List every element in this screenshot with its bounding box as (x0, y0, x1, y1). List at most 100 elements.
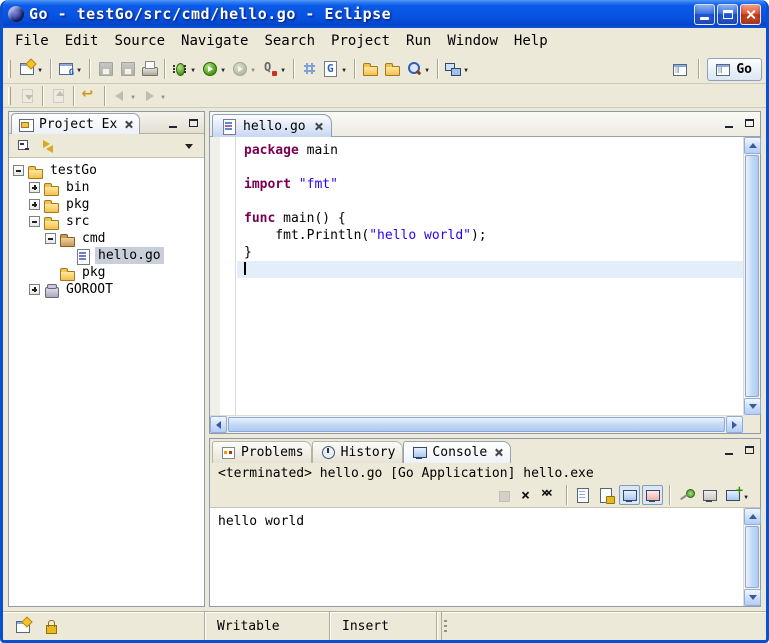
open-type-button[interactable] (359, 57, 381, 81)
menu-search[interactable]: Search (256, 31, 323, 51)
dropdown-arrow-icon[interactable] (742, 488, 750, 503)
save-button[interactable] (94, 57, 116, 81)
print-button[interactable] (138, 57, 160, 81)
code-line-5[interactable]: func main() { (237, 210, 743, 227)
collapse-all-button[interactable] (13, 135, 35, 155)
dropdown-arrow-icon[interactable] (219, 61, 227, 76)
explorer-tab[interactable]: Project Ex (11, 113, 140, 134)
code-line-6[interactable]: fmt.Println("hello world"); (237, 227, 743, 244)
last-edit-button[interactable] (78, 86, 100, 106)
open-resource-button[interactable] (381, 57, 403, 81)
new-package-button[interactable] (298, 57, 320, 81)
menu-source[interactable]: Source (106, 31, 173, 51)
display-console-button[interactable] (699, 485, 720, 505)
view-menu-button[interactable] (178, 135, 200, 155)
scroll-down-icon[interactable] (744, 398, 761, 415)
forward-button[interactable] (139, 86, 169, 106)
dropdown-arrow-icon[interactable] (279, 61, 287, 76)
previous-annotation-button[interactable] (47, 86, 69, 106)
menu-navigate[interactable]: Navigate (173, 31, 256, 51)
scroll-up-icon[interactable] (744, 508, 761, 525)
console-minimize-button[interactable] (721, 443, 737, 457)
debug-button[interactable] (169, 57, 199, 81)
tree-item-testgo[interactable]: testGo (9, 162, 204, 179)
tree-item-hello-go[interactable]: hello.go (9, 247, 204, 264)
new-go-project-button[interactable] (55, 57, 85, 81)
open-console-button[interactable] (722, 485, 752, 505)
console-vertical-scrollbar[interactable] (743, 508, 760, 606)
terminate-button[interactable] (493, 485, 514, 505)
code-line-7[interactable]: } (237, 244, 743, 261)
explorer-minimize-button[interactable] (165, 116, 181, 130)
dropdown-arrow-icon[interactable] (189, 61, 197, 76)
code-editor[interactable]: package main import "fmt" func main() { fm… (237, 137, 743, 415)
scroll-left-icon[interactable] (210, 416, 227, 433)
dropdown-arrow-icon[interactable] (129, 88, 137, 103)
scrollbar-thumb[interactable] (228, 417, 725, 432)
search-button[interactable] (403, 57, 433, 81)
new-go-file-button[interactable] (320, 57, 350, 81)
run-last-button[interactable] (229, 57, 259, 81)
dropdown-arrow-icon[interactable] (423, 61, 431, 76)
menu-project[interactable]: Project (323, 31, 398, 51)
explorer-tab-close-icon[interactable] (124, 120, 133, 129)
pin-console-button[interactable] (676, 485, 697, 505)
save-all-button[interactable] (116, 57, 138, 81)
run-button[interactable] (199, 57, 229, 81)
toolbar-grip[interactable] (8, 60, 11, 78)
close-button[interactable] (740, 4, 761, 25)
editor-tab-hello-go[interactable]: hello.go (212, 114, 332, 137)
tree-item-pkg[interactable]: pkg (9, 264, 204, 281)
remove-all-button[interactable] (539, 485, 560, 505)
new-wizard-button[interactable] (16, 57, 46, 81)
editor-vertical-scrollbar[interactable] (743, 137, 760, 415)
explorer-maximize-button[interactable] (185, 116, 201, 130)
menu-edit[interactable]: Edit (57, 31, 107, 51)
console-tab-console[interactable]: Console (403, 441, 511, 463)
minimize-button[interactable] (694, 4, 715, 25)
menu-run[interactable]: Run (398, 31, 439, 51)
link-editor-button[interactable] (37, 135, 59, 155)
dropdown-arrow-icon[interactable] (75, 61, 83, 76)
remove-launch-button[interactable] (516, 485, 537, 505)
show-stderr-button[interactable] (642, 485, 663, 505)
tree-toggle-cmd[interactable] (45, 233, 56, 244)
open-perspective-button[interactable] (668, 57, 690, 81)
scroll-right-icon[interactable] (726, 416, 743, 433)
maximize-button[interactable] (717, 4, 738, 25)
tree-item-src[interactable]: src (9, 213, 204, 230)
editor-tab-close-icon[interactable] (314, 122, 323, 131)
tree-item-cmd[interactable]: cmd (9, 230, 204, 247)
tree-toggle-src[interactable] (29, 216, 40, 227)
tree-toggle-goroot[interactable] (29, 284, 40, 295)
code-line-3[interactable]: import "fmt" (237, 176, 743, 193)
tree-toggle-bin[interactable] (29, 182, 40, 193)
back-button[interactable] (109, 86, 139, 106)
lock-button[interactable] (39, 614, 61, 638)
scroll-down-icon[interactable] (744, 589, 761, 606)
console-tab-history[interactable]: History (312, 441, 404, 463)
code-line-2[interactable] (237, 159, 743, 176)
team-button[interactable] (442, 57, 472, 81)
menu-file[interactable]: File (7, 31, 57, 51)
scrollbar-thumb[interactable] (745, 526, 759, 588)
dropdown-arrow-icon[interactable] (340, 61, 348, 76)
console-output[interactable]: hello world (210, 508, 743, 606)
show-stdout-button[interactable] (619, 485, 640, 505)
scrollbar-thumb[interactable] (745, 155, 759, 397)
scroll-up-icon[interactable] (744, 137, 761, 154)
tree-item-pkg[interactable]: pkg (9, 196, 204, 213)
editor-minimize-button[interactable] (721, 116, 737, 130)
tree-item-bin[interactable]: bin (9, 179, 204, 196)
code-line-8[interactable] (237, 261, 743, 278)
coverage-button[interactable] (259, 57, 289, 81)
fast-view-button[interactable] (11, 614, 33, 638)
code-line-1[interactable]: package main (237, 142, 743, 159)
scroll-lock-button[interactable] (596, 485, 617, 505)
dropdown-arrow-icon[interactable] (462, 61, 470, 76)
title-bar[interactable]: Go - testGo/src/cmd/hello.go - Eclipse (3, 0, 766, 28)
clear-console-button[interactable] (573, 485, 594, 505)
menu-window[interactable]: Window (439, 31, 506, 51)
code-line-4[interactable] (237, 193, 743, 210)
dropdown-arrow-icon[interactable] (249, 61, 257, 76)
